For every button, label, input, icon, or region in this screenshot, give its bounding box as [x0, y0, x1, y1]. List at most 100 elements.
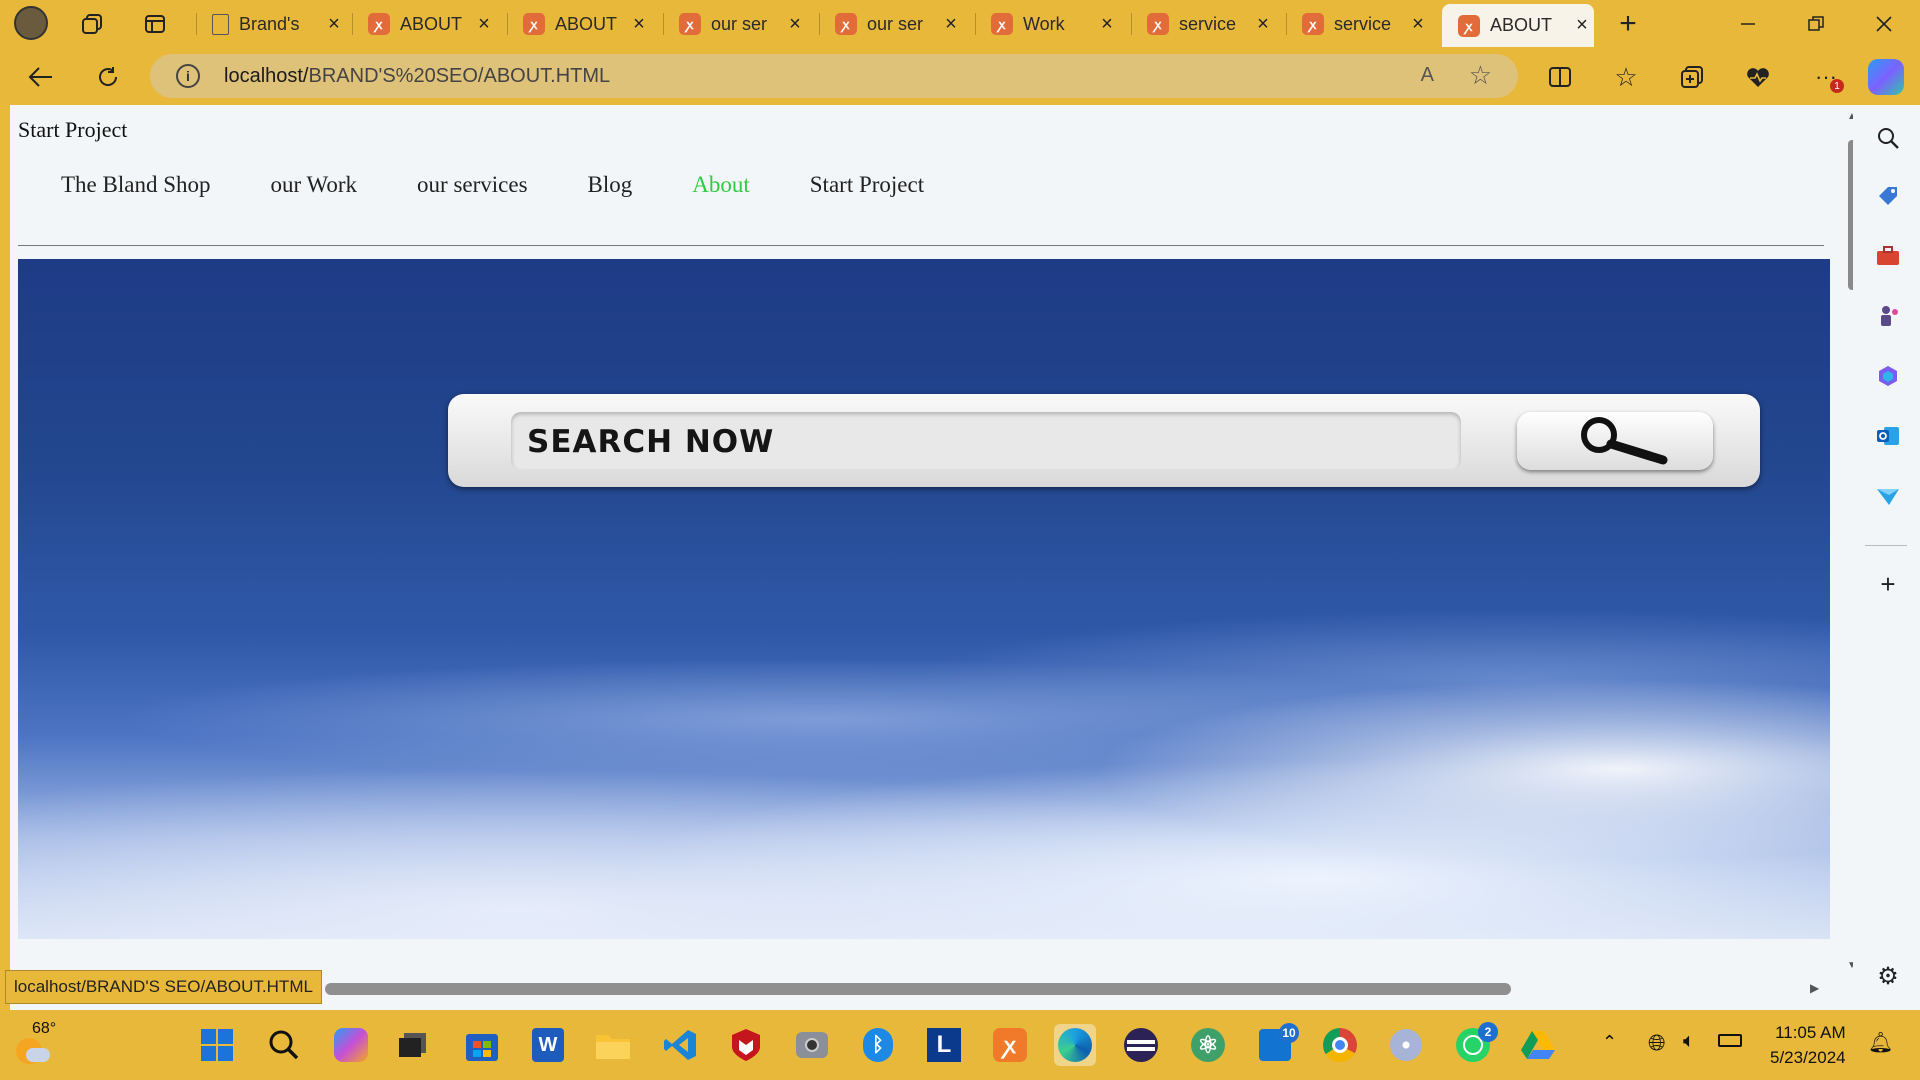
back-icon[interactable] [24, 61, 56, 93]
info-icon[interactable]: i [176, 64, 200, 88]
weather-widget[interactable]: 68° [12, 1020, 62, 1070]
weather-temp: 68° [32, 1020, 57, 1037]
close-icon[interactable]: × [472, 13, 496, 36]
nav-link-our-services[interactable]: our services [417, 172, 528, 198]
nav-link-about[interactable]: About [692, 172, 750, 198]
vscode-icon[interactable] [659, 1024, 701, 1066]
restore-button[interactable] [1796, 8, 1836, 40]
tab-services-1[interactable]: ꭗ service × [1147, 6, 1275, 42]
l-app-icon[interactable]: L [923, 1024, 965, 1066]
main-nav: The Bland Shop our Work our services Blo… [61, 172, 984, 198]
address-bar[interactable]: i localhost/BRAND'S%20SEO/ABOUT.HTML A ☆ [150, 54, 1518, 98]
refresh-icon[interactable] [92, 61, 124, 93]
google-drive-icon[interactable] [1517, 1024, 1559, 1066]
network-icon[interactable]: 🌐︎ [1648, 1030, 1666, 1056]
xampp-icon: ꭗ [679, 13, 701, 35]
close-icon[interactable]: × [1251, 13, 1275, 36]
xampp-icon: ꭗ [368, 13, 390, 35]
outlook-taskbar-icon[interactable]: 10 [1254, 1023, 1299, 1066]
xampp-icon: ꭗ [1302, 13, 1324, 35]
tab-title: service [1334, 13, 1392, 34]
tools-icon[interactable] [1875, 243, 1901, 269]
microsoft-365-icon[interactable] [1875, 363, 1901, 389]
profile-avatar[interactable] [14, 6, 48, 40]
copilot-icon[interactable] [1868, 59, 1904, 95]
favorites-icon[interactable]: ☆ [1610, 61, 1642, 93]
shopping-tag-icon[interactable] [1875, 183, 1901, 209]
tab-title: ABOUT [1490, 15, 1553, 35]
nav-link-bland-shop[interactable]: The Bland Shop [61, 172, 211, 198]
search-icon[interactable] [1875, 125, 1901, 151]
chrome-icon[interactable] [1319, 1024, 1361, 1066]
copilot-taskbar-icon[interactable] [330, 1024, 372, 1066]
atom-icon[interactable]: ⚛ [1187, 1024, 1229, 1066]
close-icon[interactable]: × [1406, 13, 1430, 36]
close-icon[interactable]: × [939, 13, 963, 36]
minimize-button[interactable] [1728, 8, 1768, 40]
clock[interactable]: 11:05 AM 5/23/2024 [1770, 1020, 1846, 1070]
start-button[interactable] [196, 1024, 238, 1066]
hero-search-button [1517, 412, 1713, 470]
close-icon[interactable]: × [783, 13, 807, 36]
microsoft-store-icon[interactable] [461, 1024, 503, 1066]
send-icon[interactable] [1875, 483, 1901, 509]
tab-about-1[interactable]: ꭗ ABOUT × [368, 6, 496, 42]
edge-icon[interactable] [1054, 1024, 1096, 1066]
tab-about-active[interactable]: ꭗ ABOUT × [1442, 4, 1594, 47]
camera-app-icon[interactable] [791, 1024, 833, 1066]
show-hidden-icons[interactable]: ⌃ [1602, 1032, 1617, 1053]
tab-actions-icon[interactable] [141, 10, 169, 38]
taskbar: 68° W ᛒ L ꭗ ⚛ 10 2 ⌃ 🌐︎ 🔈︎ 11:05 AM 5/23… [0, 1010, 1920, 1080]
close-icon[interactable]: × [627, 13, 651, 36]
volume-icon[interactable]: 🔈︎ [1683, 1030, 1695, 1053]
tab-our-services-2[interactable]: ꭗ our ser × [835, 6, 963, 42]
tab-title: ABOUT [400, 13, 463, 34]
cloud-icon [26, 1048, 50, 1062]
more-options-icon[interactable]: ··· 1 [1810, 61, 1844, 93]
disc-app-icon[interactable] [1385, 1024, 1427, 1066]
xampp-taskbar-icon[interactable]: ꭗ [989, 1024, 1031, 1066]
nav-link-blog[interactable]: Blog [588, 172, 633, 198]
eclipse-icon[interactable] [1120, 1024, 1162, 1066]
split-screen-icon[interactable] [1544, 61, 1576, 93]
magnifier-icon [1581, 417, 1668, 465]
favorite-star-icon[interactable]: ☆ [1469, 60, 1492, 91]
close-icon[interactable]: × [1570, 14, 1594, 37]
tab-work[interactable]: ꭗ Work × [991, 6, 1119, 42]
battery-icon[interactable] [1718, 1034, 1742, 1047]
task-view-icon[interactable] [392, 1024, 434, 1066]
outlook-icon[interactable] [1875, 423, 1901, 449]
notifications-icon[interactable]: 🔔︎ [1868, 1030, 1893, 1055]
nav-link-start-project[interactable]: Start Project [810, 172, 924, 198]
hero-search-field: SEARCH NOW [511, 412, 1461, 470]
collections-icon[interactable] [1676, 61, 1708, 93]
nav-link-our-work[interactable]: our Work [271, 172, 358, 198]
close-icon[interactable]: × [322, 13, 346, 36]
tab-about-2[interactable]: ꭗ ABOUT × [523, 6, 651, 42]
browser-essentials-icon[interactable] [1742, 61, 1774, 93]
bluetooth-icon[interactable]: ᛒ [857, 1024, 899, 1066]
xampp-icon: ꭗ [1147, 13, 1169, 35]
mcafee-icon[interactable] [725, 1024, 767, 1066]
scroll-right-arrow[interactable]: ▶ [1810, 981, 1819, 995]
games-icon[interactable] [1875, 303, 1901, 329]
tab-services-2[interactable]: ꭗ service × [1302, 6, 1430, 42]
close-icon[interactable]: × [1095, 13, 1119, 36]
xampp-icon: ꭗ [835, 13, 857, 35]
read-aloud-icon[interactable]: A [1421, 64, 1434, 87]
tab-our-services-1[interactable]: ꭗ our ser × [679, 6, 807, 42]
whatsapp-icon[interactable]: 2 [1452, 1022, 1498, 1066]
new-tab-button[interactable]: + [1612, 7, 1644, 40]
search-taskbar-icon[interactable] [263, 1024, 305, 1066]
tab-title: Work [1023, 13, 1065, 34]
settings-gear-icon[interactable]: ⚙ [1875, 963, 1901, 990]
close-window-button[interactable] [1864, 8, 1904, 40]
workspaces-icon[interactable] [78, 10, 106, 38]
add-icon[interactable]: + [1875, 569, 1901, 599]
vertical-scrollbar[interactable]: ▲ ▼ [1844, 105, 1853, 1010]
tab-brands[interactable]: Brand's × [212, 6, 346, 42]
file-explorer-icon[interactable] [592, 1024, 634, 1066]
horizontal-scrollbar[interactable] [325, 983, 1511, 995]
notification-badge: 2 [1478, 1022, 1498, 1042]
word-icon[interactable]: W [527, 1024, 569, 1066]
